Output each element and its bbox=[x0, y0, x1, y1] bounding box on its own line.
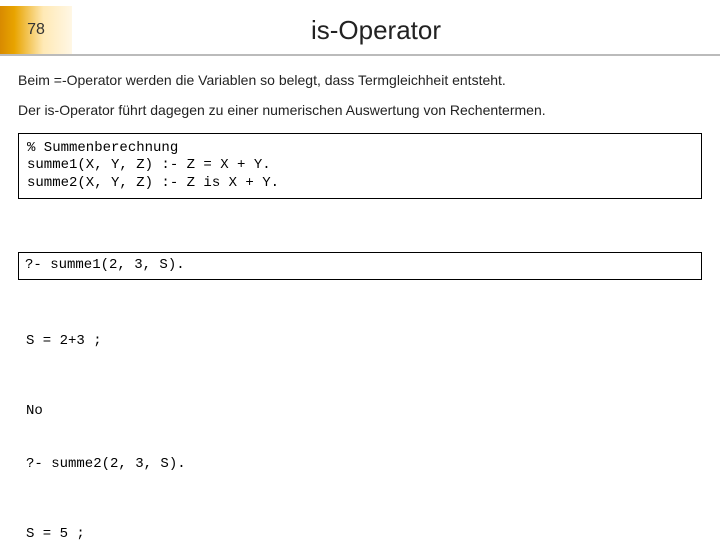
paragraph-2: Der is-Operator führt dagegen zu einer n… bbox=[18, 100, 702, 120]
result-1: S = 2+3 ; bbox=[26, 333, 694, 351]
no-1: No bbox=[26, 403, 694, 421]
slide: 78 is-Operator Beim =-Operator werden di… bbox=[0, 0, 720, 540]
slide-title: is-Operator bbox=[72, 6, 720, 54]
prolog-session: ?- summe1(2, 3, S). S = 2+3 ; No ?- summ… bbox=[18, 217, 702, 540]
slide-body: Beim =-Operator werden die Variablen so … bbox=[0, 56, 720, 540]
code-listing: % Summenberechnung summe1(X, Y, Z) :- Z … bbox=[18, 133, 702, 200]
result-2: S = 5 ; bbox=[26, 526, 694, 540]
query-2: ?- summe2(2, 3, S). bbox=[26, 456, 694, 474]
page-number: 78 bbox=[0, 6, 72, 54]
query-1: ?- summe1(2, 3, S). bbox=[18, 252, 702, 280]
paragraph-1: Beim =-Operator werden die Variablen so … bbox=[18, 70, 702, 90]
slide-header: 78 is-Operator bbox=[0, 6, 720, 56]
